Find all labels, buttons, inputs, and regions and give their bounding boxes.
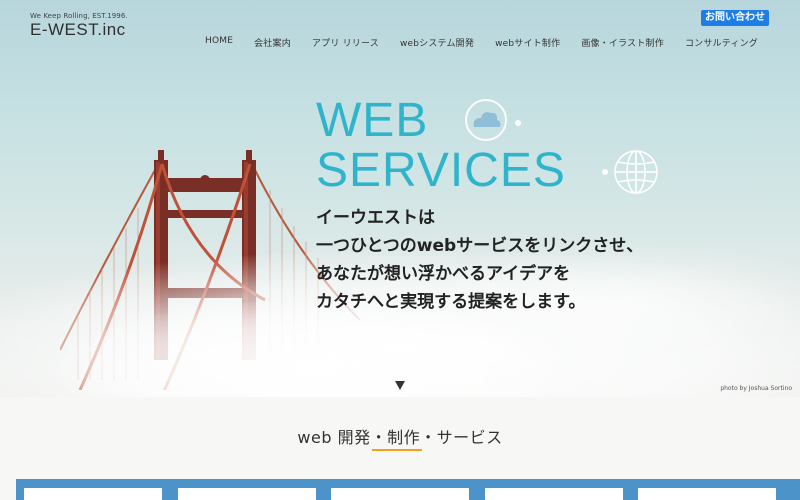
hero-banner: We Keep Rolling, EST.1996. E-WEST.inc お問…	[0, 0, 800, 397]
headline-line-1: WEB	[316, 94, 429, 147]
cloud-icon	[465, 99, 521, 141]
photo-credit: photo by Joshua Sortino	[720, 385, 792, 392]
nav-item-consulting[interactable]: コンサルティング	[685, 36, 758, 49]
site-logo[interactable]: We Keep Rolling, EST.1996. E-WEST.inc	[30, 12, 128, 40]
contact-button[interactable]: お問い合わせ	[701, 10, 769, 26]
tagline-line: イーウエストは	[316, 208, 435, 228]
nav-item-web-site[interactable]: webサイト制作	[495, 36, 560, 49]
hero-headline: WEB SERVICES	[316, 96, 566, 196]
scroll-down-icon[interactable]	[395, 381, 405, 390]
tagline-line: あなたが想い浮かべるアイデアを	[316, 264, 571, 284]
nav-item-web-system[interactable]: webシステム開発	[400, 36, 474, 49]
nav-item-home[interactable]: HOME	[205, 36, 233, 49]
service-card[interactable]	[485, 488, 623, 500]
nav-item-app-release[interactable]: アプリ リリース	[312, 36, 379, 49]
hero-tagline: イーウエストは 一つひとつのwebサービスをリンクさせ、 あなたが想い浮かべるア…	[316, 204, 643, 316]
service-card[interactable]	[638, 488, 776, 500]
nav-item-image-illustration[interactable]: 画像・イラスト制作	[581, 36, 664, 49]
tagline-line: 一つひとつのwebサービスをリンクさせ、	[316, 236, 644, 256]
logo-name: E-WEST.inc	[30, 20, 126, 39]
logo-tagline: We Keep Rolling, EST.1996.	[30, 12, 128, 20]
nav-item-company[interactable]: 会社案内	[254, 36, 291, 49]
services-section-title: web 開発・制作・サービス	[297, 428, 503, 447]
globe-icon	[602, 150, 658, 194]
title-underline	[372, 449, 422, 451]
service-card[interactable]	[178, 488, 316, 500]
headline-line-2: SERVICES	[316, 144, 566, 197]
main-nav: HOME 会社案内 アプリ リリース webシステム開発 webサイト制作 画像…	[184, 36, 758, 49]
tagline-line: カタチへと実現する提案をします。	[316, 292, 586, 312]
service-card[interactable]	[24, 488, 162, 500]
service-card[interactable]	[331, 488, 469, 500]
